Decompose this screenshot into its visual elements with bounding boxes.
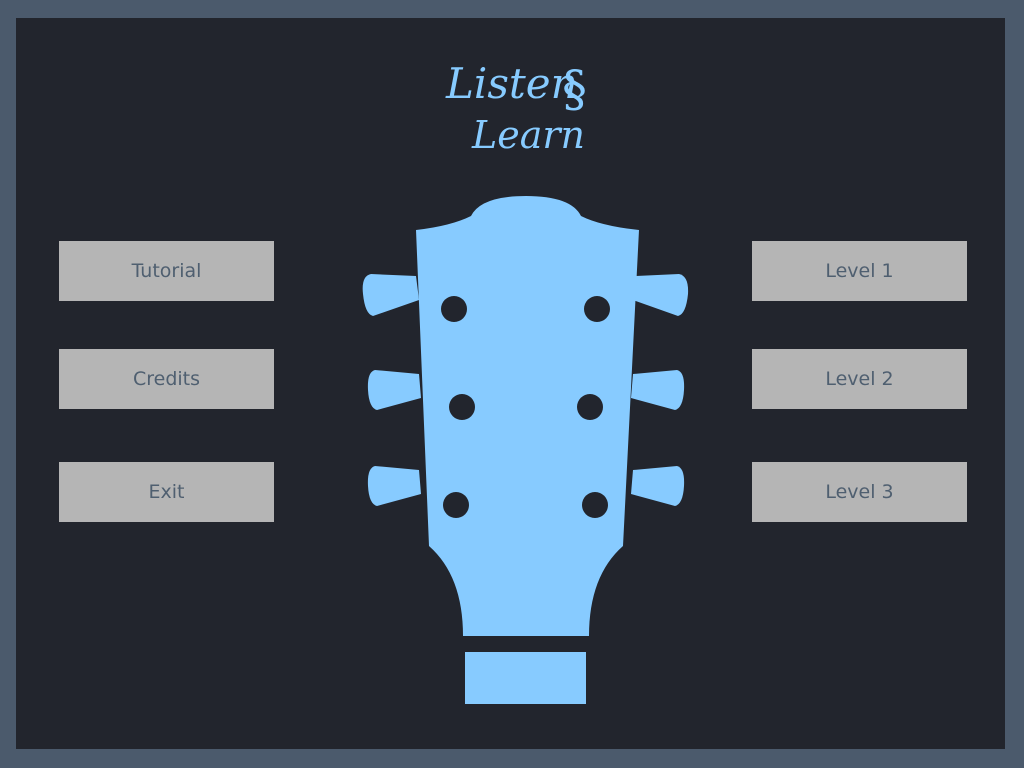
credits-button[interactable]: Credits bbox=[59, 349, 274, 409]
level-2-button-label: Level 2 bbox=[825, 368, 894, 390]
guitar-headstock-icon bbox=[362, 196, 689, 704]
tuner-peg-right-3 bbox=[631, 466, 685, 506]
level-3-button-label: Level 3 bbox=[825, 481, 894, 503]
tuner-hole-right-1 bbox=[584, 296, 610, 322]
level-3-button[interactable]: Level 3 bbox=[752, 462, 967, 522]
exit-button-label: Exit bbox=[148, 481, 185, 503]
level-1-button-label: Level 1 bbox=[825, 260, 894, 282]
level-2-button[interactable]: Level 2 bbox=[752, 349, 967, 409]
tuner-peg-left-3 bbox=[367, 466, 421, 506]
tuner-hole-left-1 bbox=[441, 296, 467, 322]
credits-button-label: Credits bbox=[132, 368, 201, 390]
tutorial-button-label: Tutorial bbox=[131, 260, 202, 282]
tuner-peg-left-2 bbox=[367, 370, 421, 410]
tuner-hole-left-3 bbox=[443, 492, 469, 518]
tuner-hole-right-3 bbox=[582, 492, 608, 518]
headstock-body bbox=[416, 196, 639, 636]
tuner-hole-left-2 bbox=[449, 394, 475, 420]
tuner-hole-right-2 bbox=[577, 394, 603, 420]
logo-line-1: Listen bbox=[445, 59, 578, 108]
guitar-nut bbox=[465, 652, 586, 704]
level-1-button[interactable]: Level 1 bbox=[752, 241, 967, 301]
exit-button[interactable]: Exit bbox=[59, 462, 274, 522]
tuner-peg-left-1 bbox=[362, 274, 419, 316]
listen-learn-logo: Listen § Learn bbox=[445, 59, 587, 157]
logo-line-2: Learn bbox=[471, 113, 585, 157]
tuner-peg-right-1 bbox=[633, 274, 689, 316]
logo-ampersand-clef: § bbox=[562, 60, 587, 118]
game-screen: Listen § Learn Tutorial Credits Exit Lev… bbox=[16, 18, 1005, 749]
tutorial-button[interactable]: Tutorial bbox=[59, 241, 274, 301]
tuner-peg-right-2 bbox=[631, 370, 685, 410]
